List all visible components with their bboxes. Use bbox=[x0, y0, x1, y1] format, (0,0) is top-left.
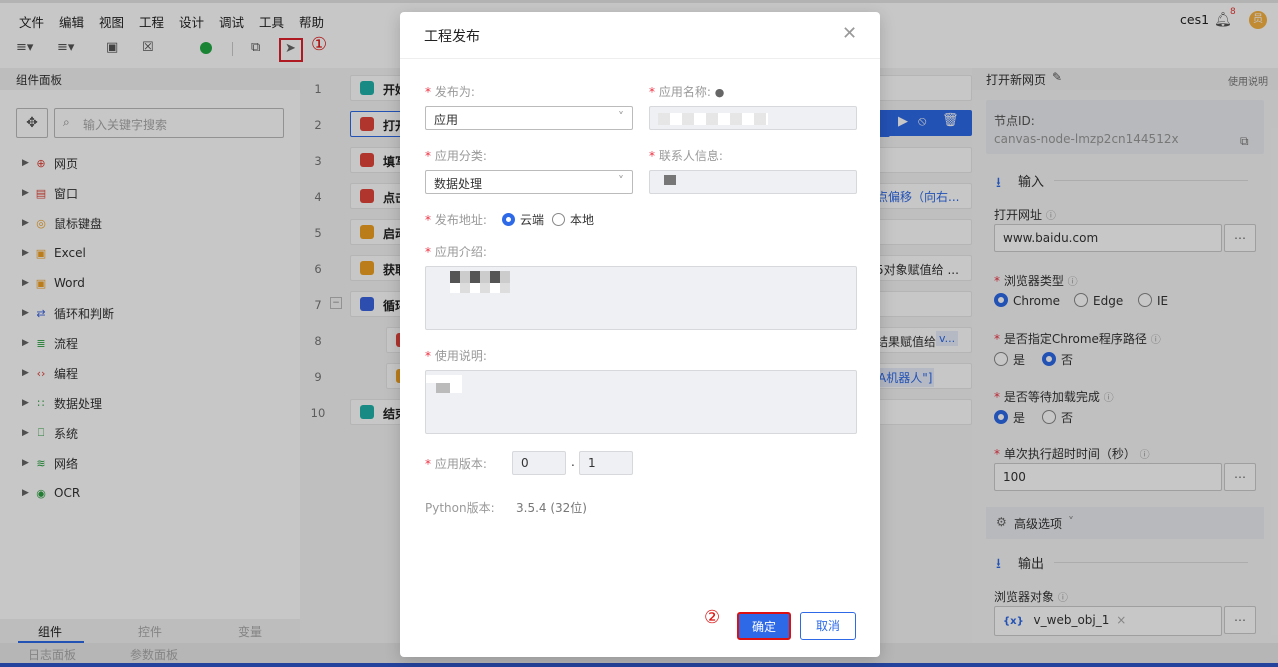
redacted-text bbox=[426, 375, 462, 383]
publish-as-value: 应用 bbox=[434, 113, 459, 127]
address-cloud-radio[interactable]: 云端 bbox=[502, 211, 544, 228]
category-label: * 应用分类: bbox=[425, 149, 487, 163]
intro-textarea[interactable] bbox=[425, 266, 857, 330]
close-icon[interactable]: ✕ bbox=[842, 23, 857, 44]
chevron-down-icon: ˅ bbox=[618, 174, 624, 188]
redacted-text bbox=[664, 175, 676, 185]
version-label: * 应用版本: bbox=[425, 457, 487, 471]
python-version-label: Python版本: bbox=[425, 501, 495, 515]
redacted-text bbox=[450, 271, 510, 283]
version-major-input[interactable]: 0 bbox=[512, 451, 566, 475]
cancel-button[interactable]: 取消 bbox=[800, 612, 856, 640]
contact-input[interactable] bbox=[649, 170, 857, 194]
dialog-divider bbox=[400, 58, 880, 59]
publish-as-label: * 发布为: bbox=[425, 85, 475, 99]
version-minor-input[interactable]: 1 bbox=[579, 451, 633, 475]
intro-label: * 应用介绍: bbox=[425, 245, 487, 259]
redacted-text bbox=[450, 383, 462, 393]
version-dot: . bbox=[571, 455, 575, 469]
redacted-text bbox=[436, 383, 450, 393]
category-value: 数据处理 bbox=[434, 177, 483, 191]
chevron-down-icon: ˅ bbox=[618, 110, 624, 124]
confirm-button[interactable]: 确定 bbox=[737, 612, 791, 640]
python-version-value: 3.5.4 (32位) bbox=[516, 501, 587, 515]
contact-label: * 联系人信息: bbox=[649, 149, 723, 163]
app-name-label: * 应用名称: ● bbox=[649, 85, 725, 99]
dialog-title: 工程发布 bbox=[424, 29, 480, 45]
app-name-input[interactable] bbox=[649, 106, 857, 130]
publish-as-select[interactable]: 应用 ˅ bbox=[425, 106, 633, 130]
usage-label: * 使用说明: bbox=[425, 349, 487, 363]
redacted-text bbox=[450, 283, 510, 293]
annotation-two: ② bbox=[704, 607, 721, 628]
address-label: * 发布地址: bbox=[425, 213, 487, 227]
redacted-text bbox=[658, 113, 768, 125]
usage-textarea[interactable] bbox=[425, 370, 857, 434]
address-local-radio[interactable]: 本地 bbox=[552, 211, 594, 228]
category-select[interactable]: 数据处理 ˅ bbox=[425, 170, 633, 194]
publish-dialog: 工程发布 ✕ * 发布为: 应用 ˅ * 应用名称: ● * 应用分类: 数据处… bbox=[400, 12, 880, 657]
